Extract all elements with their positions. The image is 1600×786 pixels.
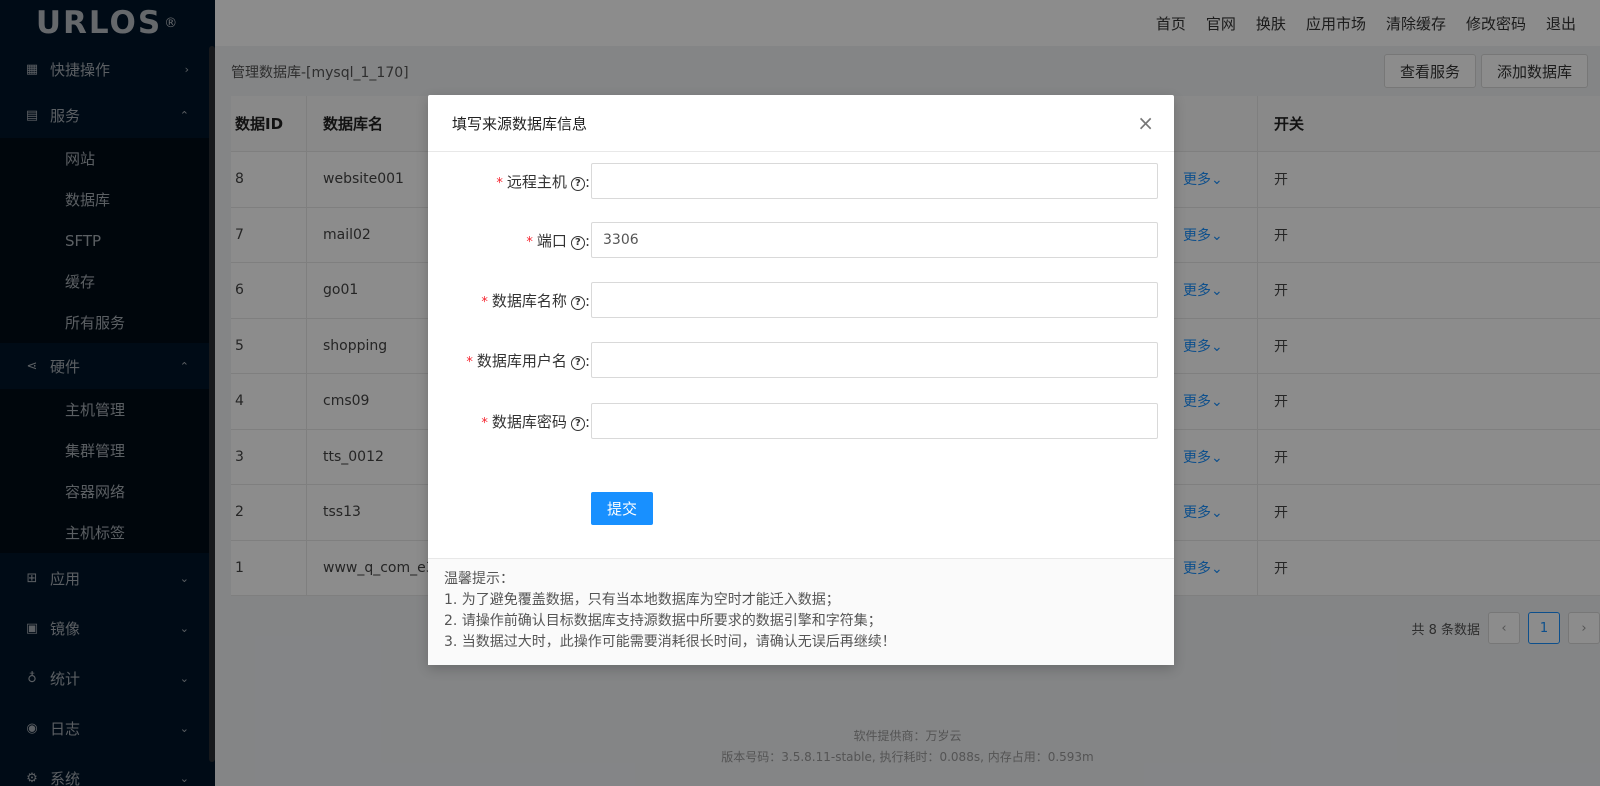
db-user-row: * 数据库用户名?:: [428, 342, 1174, 378]
question-icon[interactable]: ?: [570, 416, 585, 431]
db-user-input[interactable]: [591, 342, 1158, 378]
remote-host-row: * 远程主机?:: [428, 163, 1174, 199]
modal-header: 填写来源数据库信息 ×: [428, 95, 1174, 152]
db-name-row: * 数据库名称?:: [428, 282, 1174, 318]
db-password-label: * 数据库密码?:: [481, 412, 590, 431]
modal-title: 填写来源数据库信息: [452, 114, 588, 133]
question-icon[interactable]: ?: [570, 355, 585, 370]
submit-button[interactable]: 提交: [591, 492, 653, 525]
db-name-label: * 数据库名称?:: [481, 291, 590, 310]
tip-line: 1. 为了避免覆盖数据，只有当本地数据库为空时才能迁入数据；: [444, 592, 840, 608]
question-icon[interactable]: ?: [570, 176, 585, 191]
tip-line: 2. 请操作前确认目标数据库支持源数据中所要求的数据引擎和字符集；: [444, 613, 882, 629]
source-db-modal: 填写来源数据库信息 × *远程主机?: *端口?: *数据库名称?: *数据库用…: [428, 95, 1174, 665]
db-name-input[interactable]: [591, 282, 1158, 318]
port-label: * 端口?:: [526, 231, 590, 250]
remote-host-input[interactable]: [591, 163, 1158, 199]
db-user-label: * 数据库用户名?:: [466, 351, 590, 370]
tip-line: 3. 当数据过大时，此操作可能需要消耗很长时间，请确认无误后再继续！: [444, 634, 896, 650]
db-password-row: * 数据库密码?:: [428, 403, 1174, 439]
question-icon[interactable]: ?: [570, 295, 585, 310]
db-password-input[interactable]: [591, 403, 1158, 439]
close-icon[interactable]: ×: [1137, 113, 1154, 133]
tips-panel: 温馨提示： 1. 为了避免覆盖数据，只有当本地数据库为空时才能迁入数据； 2. …: [428, 558, 1174, 665]
tips-title: 温馨提示：: [444, 571, 514, 587]
question-icon[interactable]: ?: [570, 235, 585, 250]
port-row: * 端口?:: [428, 222, 1174, 258]
port-input[interactable]: [591, 222, 1158, 258]
remote-host-label: * 远程主机?:: [496, 172, 590, 191]
